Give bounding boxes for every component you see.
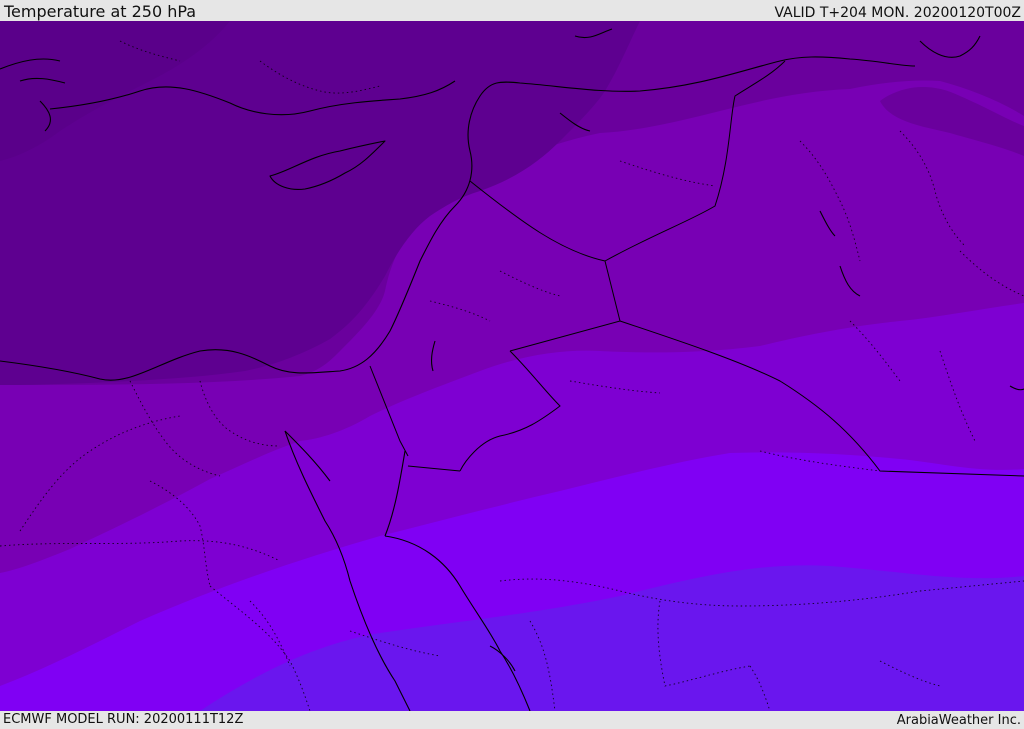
footer-bar: ECMWF MODEL RUN: 20200111T12Z ArabiaWeat… xyxy=(0,711,1024,729)
map-canvas xyxy=(0,21,1024,711)
map-title: Temperature at 250 hPa xyxy=(4,2,197,21)
valid-time: VALID T+204 MON. 20200120T00Z xyxy=(774,5,1021,21)
model-run: ECMWF MODEL RUN: 20200111T12Z xyxy=(3,712,244,727)
credit: ArabiaWeather Inc. xyxy=(896,713,1021,728)
temperature-map xyxy=(0,21,1024,711)
header-bar: Temperature at 250 hPa VALID T+204 MON. … xyxy=(0,0,1024,21)
